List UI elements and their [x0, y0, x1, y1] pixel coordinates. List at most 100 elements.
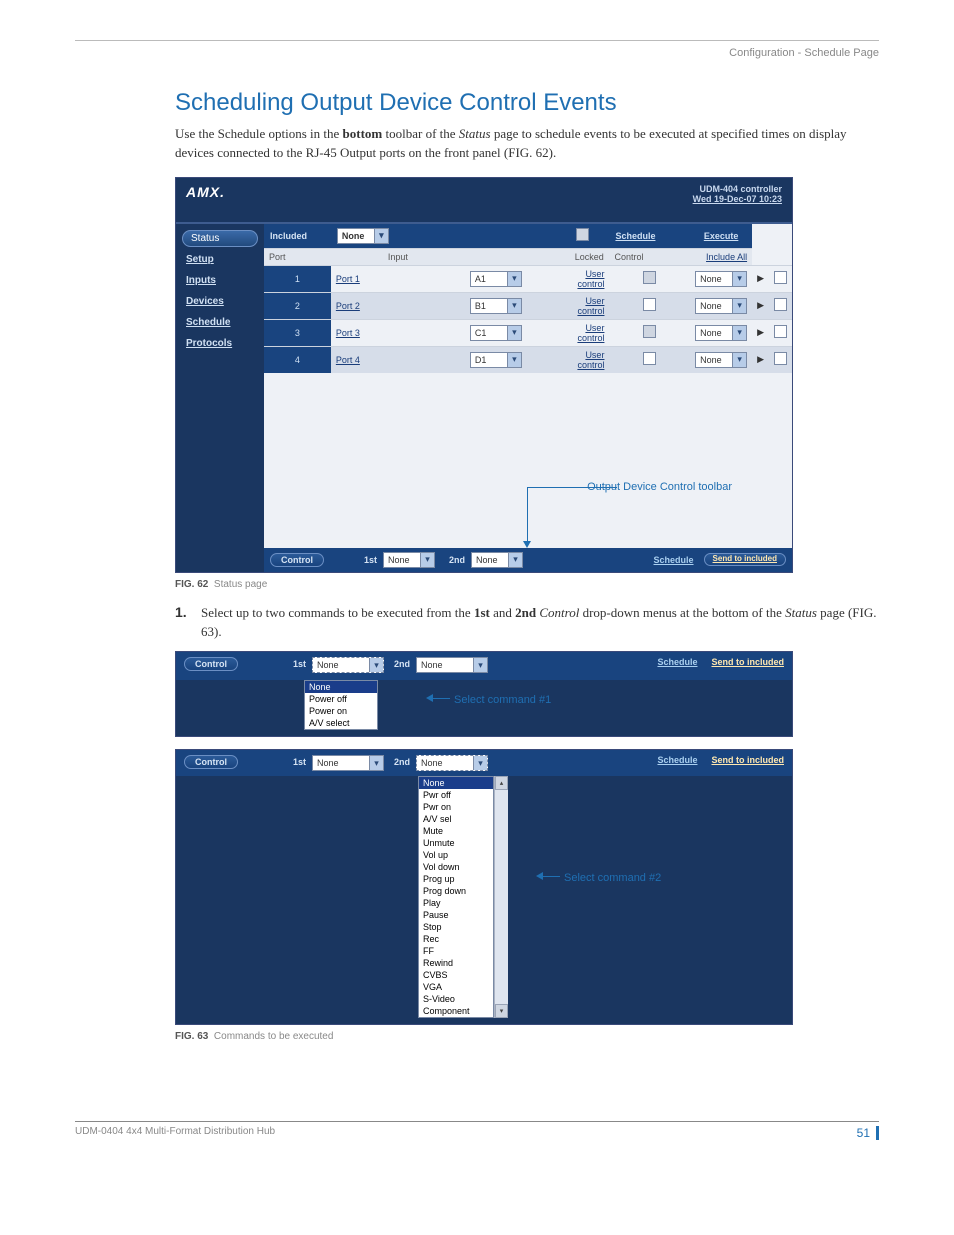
- dropdown-option[interactable]: VGA: [419, 981, 493, 993]
- user-control-link[interactable]: User control: [570, 265, 610, 292]
- play-button[interactable]: ▶: [752, 292, 769, 319]
- dropdown-list-1st[interactable]: NonePower offPower onA/V select: [304, 680, 378, 730]
- sidebar-item-inputs[interactable]: Inputs: [176, 270, 264, 291]
- schedule-link[interactable]: Schedule: [654, 555, 694, 565]
- user-control-link[interactable]: User control: [570, 292, 610, 319]
- header-input-select[interactable]: None▾: [337, 228, 389, 244]
- dropdown-option[interactable]: Play: [419, 897, 493, 909]
- sidebar-item-setup[interactable]: Setup: [176, 249, 264, 270]
- col-schedule[interactable]: Schedule: [609, 224, 690, 249]
- fig63-strip2: Control 1st None▾ 2nd None▾ Schedule Sen…: [175, 749, 793, 1025]
- input-select[interactable]: B1▾: [465, 292, 570, 319]
- dropdown-option[interactable]: FF: [419, 945, 493, 957]
- control-toolbar: Control 1st None▾ 2nd None▾ Schedule Sen…: [264, 548, 792, 572]
- sidebar: Status Setup Inputs Devices Schedule Pro…: [176, 224, 264, 572]
- dropdown-option[interactable]: Vol down: [419, 861, 493, 873]
- scrollbar[interactable]: ▴ ▾: [494, 776, 508, 1018]
- control-select[interactable]: None▾: [690, 346, 752, 373]
- text: Use the Schedule options in the: [175, 126, 343, 141]
- include-all-link[interactable]: Include All: [690, 248, 752, 265]
- dropdown-option[interactable]: Rewind: [419, 957, 493, 969]
- include-checkbox[interactable]: [769, 292, 792, 319]
- dropdown-option[interactable]: Unmute: [419, 837, 493, 849]
- dropdown-option[interactable]: None: [305, 681, 377, 693]
- select-2nd[interactable]: None▾: [471, 552, 523, 568]
- table-row: 4Port 4D1▾User controlNone▾▶: [264, 346, 792, 373]
- locked-checkbox[interactable]: [609, 292, 690, 319]
- play-button[interactable]: ▶: [752, 319, 769, 346]
- sub-control: Control: [609, 248, 690, 265]
- select-1st[interactable]: None▾: [383, 552, 435, 568]
- sidebar-item-status[interactable]: Status: [182, 230, 258, 247]
- locked-checkbox[interactable]: [609, 346, 690, 373]
- intro-paragraph: Use the Schedule options in the bottom t…: [175, 125, 879, 163]
- sidebar-item-protocols[interactable]: Protocols: [176, 333, 264, 354]
- play-button[interactable]: ▶: [752, 346, 769, 373]
- controller-time[interactable]: Wed 19-Dec-07 10:23: [693, 194, 782, 204]
- send-to-included-link[interactable]: Send to included: [711, 755, 784, 765]
- chevron-down-icon: ▾: [732, 353, 746, 367]
- dropdown-option[interactable]: Pause: [419, 909, 493, 921]
- select-2nd[interactable]: None▾: [416, 657, 488, 673]
- user-control-link[interactable]: User control: [570, 319, 610, 346]
- dropdown-option[interactable]: Power off: [305, 693, 377, 705]
- row-num: 2: [264, 292, 331, 319]
- port-link[interactable]: Port 1: [331, 265, 465, 292]
- dropdown-option[interactable]: A/V sel: [419, 813, 493, 825]
- user-control-link[interactable]: User control: [570, 346, 610, 373]
- dropdown-option[interactable]: Stop: [419, 921, 493, 933]
- dropdown-option[interactable]: None: [419, 777, 493, 789]
- port-link[interactable]: Port 3: [331, 319, 465, 346]
- dropdown-option[interactable]: Mute: [419, 825, 493, 837]
- select-1st-open[interactable]: None▾: [312, 657, 384, 673]
- dropdown-option[interactable]: S-Video: [419, 993, 493, 1005]
- chevron-down-icon: ▾: [374, 229, 388, 243]
- chevron-down-icon: ▾: [507, 326, 521, 340]
- col-execute[interactable]: Execute: [690, 224, 752, 249]
- table-row: 3Port 3C1▾User control None▾▶: [264, 319, 792, 346]
- control-select[interactable]: None▾: [690, 319, 752, 346]
- dropdown-option[interactable]: A/V select: [305, 717, 377, 729]
- select-1st[interactable]: None▾: [312, 755, 384, 771]
- chevron-down-icon: ▾: [732, 299, 746, 313]
- schedule-link[interactable]: Schedule: [657, 657, 697, 667]
- select-2nd-open[interactable]: None▾: [416, 755, 488, 771]
- input-select[interactable]: C1▾: [465, 319, 570, 346]
- locked-checkbox[interactable]: [609, 319, 690, 346]
- scroll-up-icon[interactable]: ▴: [495, 776, 508, 790]
- dropdown-option[interactable]: Power on: [305, 705, 377, 717]
- locked-checkbox[interactable]: [609, 265, 690, 292]
- include-checkbox[interactable]: [769, 346, 792, 373]
- dropdown-option[interactable]: Pwr on: [419, 801, 493, 813]
- dropdown-option[interactable]: Pwr off: [419, 789, 493, 801]
- control-pill: Control: [184, 755, 238, 769]
- col-input-sel: None▾: [331, 224, 465, 249]
- play-button[interactable]: ▶: [752, 265, 769, 292]
- dropdown-option[interactable]: CVBS: [419, 969, 493, 981]
- text-bold: bottom: [343, 126, 383, 141]
- input-select[interactable]: D1▾: [465, 346, 570, 373]
- dropdown-list-2nd[interactable]: NonePwr offPwr onA/V selMuteUnmuteVol up…: [418, 776, 494, 1018]
- schedule-link[interactable]: Schedule: [657, 755, 697, 765]
- control-select[interactable]: None▾: [690, 292, 752, 319]
- port-link[interactable]: Port 2: [331, 292, 465, 319]
- send-to-included-link[interactable]: Send to included: [711, 657, 784, 667]
- include-checkbox[interactable]: [769, 265, 792, 292]
- dropdown-option[interactable]: Rec: [419, 933, 493, 945]
- port-link[interactable]: Port 4: [331, 346, 465, 373]
- include-checkbox[interactable]: [769, 319, 792, 346]
- dropdown-option[interactable]: Component: [419, 1005, 493, 1017]
- col-lock-icon: [570, 224, 610, 249]
- sub-input: Input: [331, 248, 465, 265]
- row-num: 3: [264, 319, 331, 346]
- dropdown-option[interactable]: Prog up: [419, 873, 493, 885]
- sidebar-item-devices[interactable]: Devices: [176, 291, 264, 312]
- scroll-down-icon[interactable]: ▾: [495, 1004, 508, 1018]
- sidebar-item-schedule[interactable]: Schedule: [176, 312, 264, 333]
- control-select[interactable]: None▾: [690, 265, 752, 292]
- send-to-included-button[interactable]: Send to included: [704, 553, 786, 566]
- row-num: 1: [264, 265, 331, 292]
- input-select[interactable]: A1▾: [465, 265, 570, 292]
- dropdown-option[interactable]: Vol up: [419, 849, 493, 861]
- dropdown-option[interactable]: Prog down: [419, 885, 493, 897]
